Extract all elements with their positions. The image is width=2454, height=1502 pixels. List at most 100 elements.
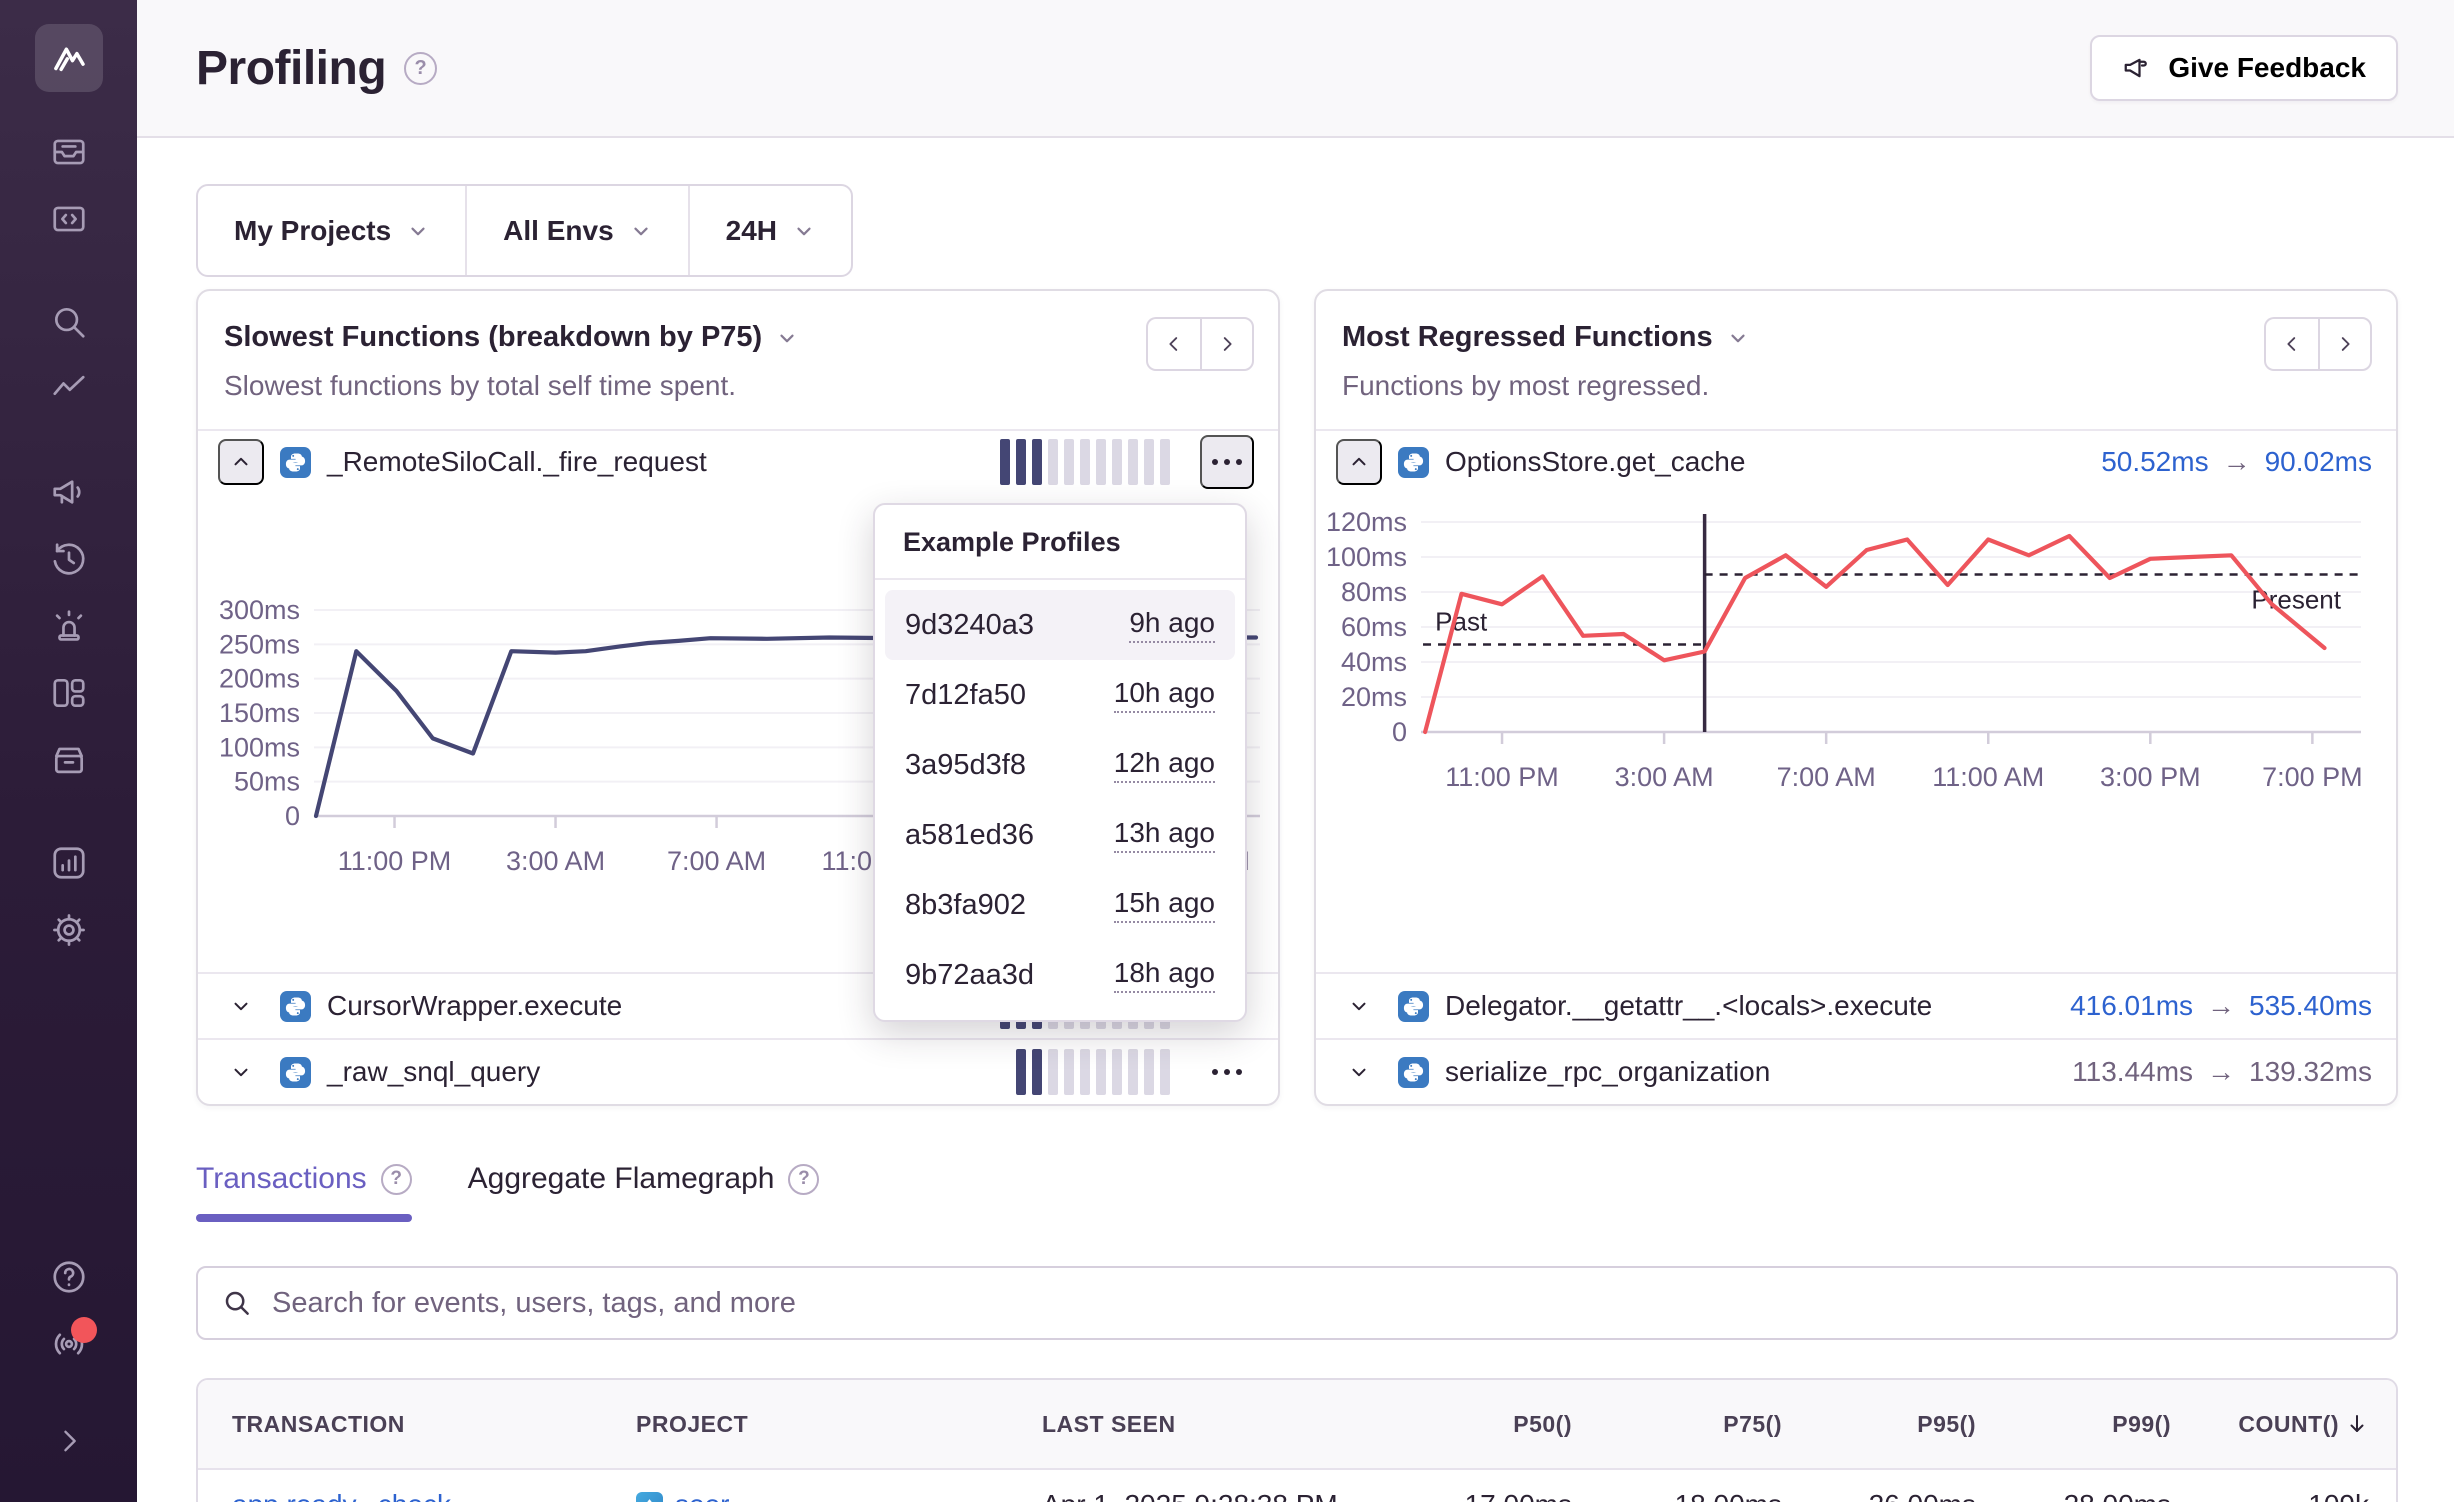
- collapse-row-button[interactable]: [218, 439, 264, 485]
- sidebar-item-projects[interactable]: [45, 195, 92, 242]
- sidebar-item-replays[interactable]: [45, 535, 92, 582]
- search-bar[interactable]: Search for events, users, tags, and more: [196, 1266, 2398, 1340]
- profile-sparkline[interactable]: [1000, 439, 1170, 485]
- profile-age-link[interactable]: 9h ago: [1129, 607, 1215, 643]
- project-cell[interactable]: seer: [636, 1489, 1042, 1502]
- date-range-dropdown[interactable]: 24H: [688, 186, 851, 275]
- col-p75[interactable]: P75(): [1572, 1411, 1782, 1438]
- expand-row-button[interactable]: [218, 1061, 264, 1083]
- svg-text:11:00 PM: 11:00 PM: [1445, 762, 1559, 792]
- panel-header: Most Regressed Functions Functions by mo…: [1316, 291, 2396, 429]
- project-filter-dropdown[interactable]: My Projects: [198, 186, 465, 275]
- profile-id[interactable]: 7d12fa50: [905, 679, 1026, 712]
- arrow-right-icon: →: [2207, 990, 2235, 1022]
- chevron-down-icon: [793, 220, 815, 242]
- col-project[interactable]: PROJECT: [636, 1411, 1042, 1438]
- svg-text:300ms: 300ms: [219, 595, 300, 625]
- function-name: CursorWrapper.execute: [327, 990, 622, 1022]
- profile-age-link[interactable]: 12h ago: [1114, 747, 1215, 783]
- tab-help-icon[interactable]: ?: [381, 1164, 412, 1195]
- svg-text:150ms: 150ms: [219, 698, 300, 728]
- tab-help-icon[interactable]: ?: [788, 1164, 819, 1195]
- most-regressed-panel: Most Regressed Functions Functions by mo…: [1314, 289, 2398, 1106]
- table-row[interactable]: app.ready._check seer Apr 1, 2025 9:28:3…: [198, 1468, 2396, 1502]
- sidebar-item-help[interactable]: [45, 1253, 92, 1300]
- svg-text:7:00 AM: 7:00 AM: [667, 846, 766, 876]
- transaction-link[interactable]: app.ready._check: [232, 1489, 636, 1502]
- env-filter-dropdown[interactable]: All Envs: [465, 186, 687, 275]
- profile-id[interactable]: a581ed36: [905, 819, 1034, 852]
- sidebar-collapse-button[interactable]: [45, 1417, 92, 1464]
- after-value[interactable]: 90.02ms: [2265, 446, 2372, 478]
- profile-menu-item[interactable]: a581ed36 13h ago: [885, 800, 1235, 870]
- sidebar-item-dashboards[interactable]: [45, 669, 92, 716]
- panel-title-dropdown[interactable]: Slowest Functions (breakdown by P75): [224, 321, 1252, 354]
- profile-sparkline[interactable]: [1016, 1049, 1170, 1095]
- next-page-button[interactable]: [2318, 317, 2372, 371]
- profile-id[interactable]: 8b3fa902: [905, 889, 1026, 922]
- profile-menu-item[interactable]: 8b3fa902 15h ago: [885, 870, 1235, 940]
- row-menu-button[interactable]: [1200, 435, 1254, 489]
- svg-text:50ms: 50ms: [234, 767, 300, 797]
- expand-row-button[interactable]: [1336, 1061, 1382, 1083]
- profile-menu-item[interactable]: 9b72aa3d 18h ago: [885, 940, 1235, 1010]
- profile-age-link[interactable]: 10h ago: [1114, 677, 1215, 713]
- regression-trend[interactable]: 50.52ms → 90.02ms: [2101, 446, 2372, 478]
- profile-menu-item[interactable]: 3a95d3f8 12h ago: [885, 730, 1235, 800]
- expand-row-button[interactable]: [218, 995, 264, 1017]
- tab-aggregate-flamegraph[interactable]: Aggregate Flamegraph ?: [468, 1162, 820, 1222]
- sentry-logo-icon[interactable]: [35, 24, 103, 92]
- sidebar-item-releases[interactable]: [45, 736, 92, 783]
- search-input[interactable]: Search for events, users, tags, and more: [272, 1287, 796, 1320]
- sidebar-item-alerts[interactable]: [45, 602, 92, 649]
- prev-page-button[interactable]: [1146, 317, 1200, 371]
- function-name: _raw_snql_query: [327, 1056, 540, 1088]
- p50-value: 17.00ms: [1376, 1489, 1572, 1502]
- col-last-seen[interactable]: LAST SEEN: [1042, 1411, 1376, 1438]
- before-value[interactable]: 50.52ms: [2101, 446, 2208, 478]
- sidebar-item-metrics[interactable]: [45, 365, 92, 412]
- profile-menu-item[interactable]: 7d12fa50 10h ago: [885, 660, 1235, 730]
- sidebar-item-issues[interactable]: [45, 128, 92, 175]
- regression-trend[interactable]: 416.01ms → 535.40ms: [2070, 990, 2372, 1022]
- svg-text:3:00 PM: 3:00 PM: [2100, 762, 2201, 792]
- projects-icon: [50, 200, 88, 238]
- regression-trend[interactable]: 113.44ms → 139.32ms: [2072, 1056, 2372, 1088]
- profile-age-link[interactable]: 18h ago: [1114, 957, 1215, 993]
- next-page-button[interactable]: [1200, 317, 1254, 371]
- p99-value: 28.00ms: [1976, 1489, 2171, 1502]
- col-count-sorted[interactable]: COUNT(): [2171, 1411, 2369, 1438]
- before-value[interactable]: 416.01ms: [2070, 990, 2193, 1022]
- page-help-icon[interactable]: ?: [404, 52, 437, 85]
- profile-id[interactable]: 9b72aa3d: [905, 959, 1034, 992]
- give-feedback-button[interactable]: Give Feedback: [2090, 35, 2398, 101]
- panel-subtitle: Functions by most regressed.: [1342, 370, 2370, 402]
- col-p50[interactable]: P50(): [1376, 1411, 1572, 1438]
- col-p95[interactable]: P95(): [1782, 1411, 1976, 1438]
- date-range-label: 24H: [726, 215, 777, 247]
- project-link[interactable]: seer: [675, 1489, 729, 1502]
- profile-age-link[interactable]: 15h ago: [1114, 887, 1215, 923]
- prev-page-button[interactable]: [2264, 317, 2318, 371]
- sidebar-item-stats[interactable]: [45, 839, 92, 886]
- tab-label: Transactions: [196, 1162, 367, 1196]
- row-menu-button[interactable]: [1200, 1069, 1254, 1075]
- profile-id[interactable]: 3a95d3f8: [905, 749, 1026, 782]
- function-row: OptionsStore.get_cache 50.52ms → 90.02ms: [1316, 429, 2396, 493]
- profile-menu-item[interactable]: 9d3240a3 9h ago: [885, 590, 1235, 660]
- sidebar-item-whats-new[interactable]: [45, 1320, 92, 1367]
- col-p99[interactable]: P99(): [1976, 1411, 2171, 1438]
- profile-id[interactable]: 9d3240a3: [905, 609, 1034, 642]
- sidebar-item-search[interactable]: [45, 298, 92, 345]
- tab-transactions[interactable]: Transactions ?: [196, 1162, 412, 1222]
- panel-title: Most Regressed Functions: [1342, 321, 1713, 354]
- col-transaction[interactable]: TRANSACTION: [232, 1411, 636, 1438]
- panel-title-dropdown[interactable]: Most Regressed Functions: [1342, 321, 2370, 354]
- after-value[interactable]: 535.40ms: [2249, 990, 2372, 1022]
- python-platform-icon: [280, 991, 311, 1022]
- profile-age-link[interactable]: 13h ago: [1114, 817, 1215, 853]
- sidebar-item-feedback[interactable]: [45, 468, 92, 515]
- expand-row-button[interactable]: [1336, 995, 1382, 1017]
- collapse-row-button[interactable]: [1336, 439, 1382, 485]
- sidebar-item-settings[interactable]: [45, 906, 92, 953]
